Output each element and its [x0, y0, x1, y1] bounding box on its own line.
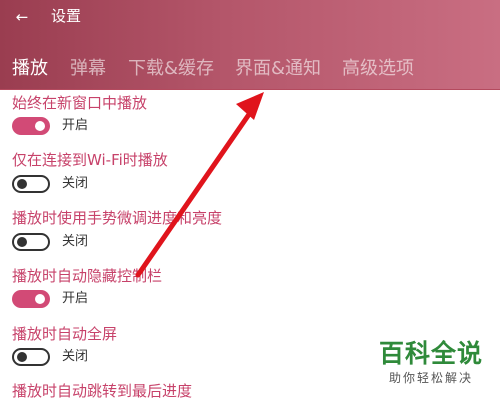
toggle-auto-fullscreen[interactable]	[12, 348, 50, 366]
setting-label-auto-hide-controls: 播放时自动隐藏控制栏	[12, 267, 163, 285]
toggle-knob	[35, 121, 45, 131]
watermark-logo: 百科全说 助你轻松解决	[368, 337, 490, 393]
tab-danmaku[interactable]: 弹幕	[70, 55, 106, 83]
toggle-knob	[17, 352, 27, 362]
toggle-state-text: 开启	[62, 291, 89, 306]
setting-label-resume-progress: 播放时自动跳转到最后进度	[12, 382, 193, 400]
toggle-gesture-adjust[interactable]	[12, 233, 50, 251]
toggle-new-window[interactable]	[12, 117, 50, 135]
setting-label-wifi-only: 仅在连接到Wi-Fi时播放	[12, 151, 168, 169]
toggle-auto-hide-controls[interactable]	[12, 290, 50, 308]
watermark-subtitle: 助你轻松解决	[388, 371, 473, 385]
toggle-state-text: 关闭	[62, 349, 89, 364]
tab-playback[interactable]: 播放	[12, 55, 48, 83]
page-title: 设置	[51, 7, 82, 25]
watermark-title: 百科全说	[378, 340, 483, 368]
setting-label-auto-fullscreen: 播放时自动全屏	[12, 325, 118, 343]
title-bar: ← 设置 播放 弹幕 下载&缓存 界面&通知 高级选项	[0, 0, 500, 90]
setting-label-gesture-adjust: 播放时使用手势微调进度和亮度	[12, 209, 223, 227]
back-arrow-icon[interactable]: ←	[10, 5, 34, 29]
setting-label-new-window: 始终在新窗口中播放	[12, 94, 148, 112]
tab-interface-notification[interactable]: 界面&通知	[235, 55, 321, 83]
tab-bar: 播放 弹幕 下载&缓存 界面&通知 高级选项	[0, 55, 500, 83]
tab-advanced-options[interactable]: 高级选项	[342, 55, 414, 83]
toggle-state-text: 关闭	[62, 234, 89, 249]
toggle-wifi-only[interactable]	[12, 175, 50, 193]
toggle-knob	[17, 237, 27, 247]
toggle-knob	[35, 294, 45, 304]
toggle-knob	[17, 179, 27, 189]
tab-download-cache[interactable]: 下载&缓存	[128, 55, 214, 83]
toggle-state-text: 关闭	[62, 176, 89, 191]
toggle-state-text: 开启	[62, 118, 89, 133]
